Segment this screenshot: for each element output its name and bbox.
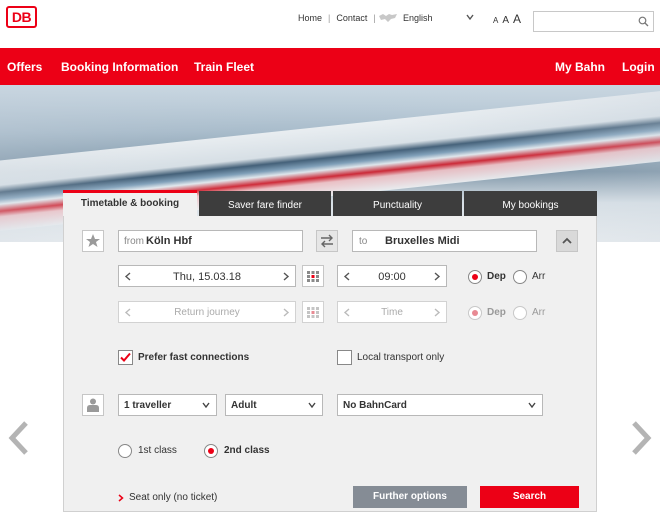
chevron-down-icon xyxy=(308,402,316,408)
traveller-icon-tile xyxy=(82,394,104,416)
age-value: Adult xyxy=(231,400,257,411)
language-label: English xyxy=(403,13,433,23)
age-select[interactable]: Adult xyxy=(225,394,323,416)
further-options-button[interactable]: Further options xyxy=(353,486,467,508)
star-icon xyxy=(86,234,100,247)
time-value: 09:00 xyxy=(378,271,406,283)
fast-connections-checkbox[interactable] xyxy=(118,350,133,365)
tab-saver-fare-finder[interactable]: Saver fare finder xyxy=(199,191,331,216)
traveller-count-value: 1 traveller xyxy=(124,400,172,411)
return-departure-radio[interactable] xyxy=(468,306,482,320)
search-input[interactable] xyxy=(533,11,654,32)
return-time-field[interactable]: Time xyxy=(337,301,447,323)
chevron-left-icon[interactable] xyxy=(6,420,32,456)
contact-link[interactable]: Contact xyxy=(336,13,367,23)
return-arrival-radio[interactable] xyxy=(513,306,527,320)
booking-tabs: Timetable & booking Saver fare finder Pu… xyxy=(63,190,597,217)
chevron-down-icon xyxy=(202,402,210,408)
booking-panel: Timetable & booking Saver fare finder Pu… xyxy=(63,190,597,512)
font-size-small[interactable]: A xyxy=(493,16,498,25)
font-size-large[interactable]: A xyxy=(513,12,521,26)
arrival-label: Arr xyxy=(532,271,546,282)
departure-radio[interactable] xyxy=(468,270,482,284)
tab-timetable-booking[interactable]: Timetable & booking xyxy=(63,190,197,217)
swap-button[interactable] xyxy=(316,230,338,252)
nav-login[interactable]: Login xyxy=(622,60,655,74)
chevron-down-icon xyxy=(528,402,536,408)
chevron-up-icon xyxy=(562,237,572,244)
separator: | xyxy=(328,13,331,23)
from-value: Köln Hbf xyxy=(146,235,192,247)
favourite-button[interactable] xyxy=(82,230,104,252)
return-arrival-label: Arr xyxy=(532,307,546,318)
tab-my-bookings[interactable]: My bookings xyxy=(464,191,597,216)
chevron-right-icon xyxy=(283,308,290,317)
seat-only-link[interactable]: Seat only (no ticket) xyxy=(129,492,217,503)
search-button[interactable]: Search xyxy=(480,486,579,508)
db-logo[interactable]: DB xyxy=(6,6,37,28)
tab-punctuality[interactable]: Punctuality xyxy=(333,191,462,216)
to-label: to xyxy=(359,236,368,247)
bahncard-select[interactable]: No BahnCard xyxy=(337,394,543,416)
departure-label: Dep xyxy=(487,271,506,282)
font-size-medium[interactable]: A xyxy=(502,15,509,26)
local-transport-checkbox[interactable] xyxy=(337,350,352,365)
from-field[interactable]: from Köln Hbf xyxy=(118,230,303,252)
return-time-placeholder: Time xyxy=(381,307,403,318)
date-value: Thu, 15.03.18 xyxy=(173,271,241,283)
arrival-radio[interactable] xyxy=(513,270,527,284)
nav-train-fleet[interactable]: Train Fleet xyxy=(194,60,254,74)
chevron-right-icon[interactable] xyxy=(433,272,441,281)
date-field[interactable]: Thu, 15.03.18 xyxy=(118,265,296,287)
time-field[interactable]: 09:00 xyxy=(337,265,447,287)
nav-my-bahn[interactable]: My Bahn xyxy=(555,60,605,74)
top-links: Home | Contact | xyxy=(298,13,382,23)
bahncard-value: No BahnCard xyxy=(343,400,407,411)
search-icon[interactable] xyxy=(638,16,649,27)
top-bar: DB Home | Contact | English A A A xyxy=(0,0,660,48)
local-transport-label: Local transport only xyxy=(357,352,445,363)
language-selector[interactable]: English xyxy=(378,10,433,26)
second-class-label: 2nd class xyxy=(224,445,270,456)
chevron-down-icon[interactable] xyxy=(466,13,474,21)
home-link[interactable]: Home xyxy=(298,13,322,23)
collapse-button[interactable] xyxy=(556,230,578,252)
chevron-right-icon xyxy=(434,308,441,317)
return-date-placeholder: Return journey xyxy=(174,307,240,318)
calendar-button[interactable] xyxy=(302,265,324,287)
first-class-radio[interactable] xyxy=(118,444,132,458)
swap-icon xyxy=(321,234,333,248)
person-icon xyxy=(87,398,99,412)
chevron-right-icon xyxy=(118,494,124,502)
checkmark-icon xyxy=(120,352,131,362)
calendar-icon xyxy=(307,271,319,282)
fast-connections-label: Prefer fast connections xyxy=(138,352,250,363)
to-value: Bruxelles Midi xyxy=(385,235,460,247)
calendar-icon xyxy=(307,307,319,318)
separator: | xyxy=(373,13,376,23)
return-date-field[interactable]: Return journey xyxy=(118,301,296,323)
nav-offers[interactable]: Offers xyxy=(7,60,42,74)
main-nav: Offers Booking Information Train Fleet M… xyxy=(0,48,660,85)
booking-form: from Köln Hbf to Bruxelles Midi Thu, 15.… xyxy=(63,216,597,512)
chevron-right-icon[interactable] xyxy=(628,420,654,456)
to-field[interactable]: to Bruxelles Midi xyxy=(352,230,537,252)
nav-booking-information[interactable]: Booking Information xyxy=(61,60,178,74)
traveller-count-select[interactable]: 1 traveller xyxy=(118,394,217,416)
second-class-radio[interactable] xyxy=(204,444,218,458)
chevron-right-icon[interactable] xyxy=(282,272,290,281)
globe-icon xyxy=(379,14,397,22)
from-label: from xyxy=(124,236,144,247)
first-class-label: 1st class xyxy=(138,445,177,456)
return-calendar-button[interactable] xyxy=(302,301,324,323)
return-departure-label: Dep xyxy=(487,307,506,318)
font-size-switcher: A A A xyxy=(493,12,525,26)
